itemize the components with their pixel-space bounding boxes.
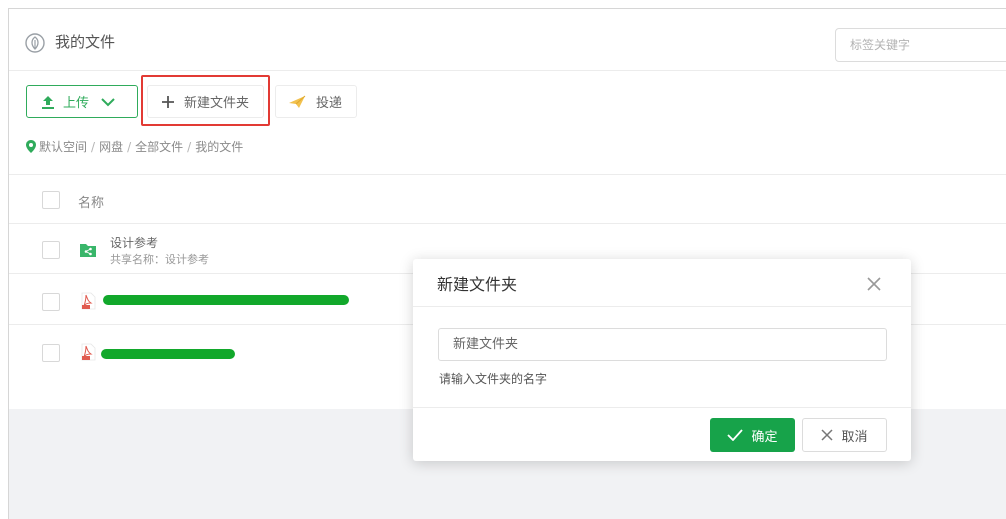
plus-icon [162, 95, 174, 108]
confirm-label: 确定 [751, 429, 778, 445]
redacted-filename [103, 295, 349, 305]
location-pin-icon [26, 140, 36, 153]
deliver-button[interactable]: 投递 [275, 85, 357, 118]
close-icon[interactable] [863, 273, 885, 295]
breadcrumb: 默认空间 / 网盘 / 全部文件 / 我的文件 [26, 138, 243, 155]
breadcrumb-item-all-files[interactable]: 全部文件 [135, 138, 183, 155]
breadcrumb-separator: / [127, 139, 132, 154]
page-header: 我的文件 [9, 9, 1006, 71]
check-icon [727, 429, 744, 441]
chevron-down-icon[interactable] [101, 97, 115, 107]
dialog-hint: 请输入文件夹的名字 [439, 372, 548, 386]
tag-search-input[interactable] [835, 28, 1006, 62]
pdf-file-icon [81, 292, 96, 310]
new-folder-label: 新建文件夹 [184, 96, 250, 111]
column-name-header[interactable]: 名称 [78, 192, 104, 211]
row-checkbox[interactable] [42, 241, 60, 259]
breadcrumb-item-my-files[interactable]: 我的文件 [195, 138, 243, 155]
x-icon [821, 429, 834, 441]
breadcrumb-separator: / [187, 139, 192, 154]
row-checkbox[interactable] [42, 344, 60, 362]
dialog-divider [413, 407, 911, 408]
upload-label: 上传 [63, 96, 90, 111]
shared-folder-icon [80, 244, 96, 257]
dialog-divider [413, 306, 911, 307]
paper-plane-icon [289, 95, 306, 108]
row-subtitle: 共享名称：设计参考 [110, 253, 209, 266]
new-folder-dialog: 新建文件夹 请输入文件夹的名字 确定 取消 [413, 259, 911, 461]
folder-name-input[interactable] [438, 328, 887, 361]
cancel-label: 取消 [841, 429, 868, 445]
page-title: 我的文件 [55, 33, 116, 51]
upload-button[interactable]: 上传 [26, 85, 138, 118]
breadcrumb-separator: / [91, 139, 96, 154]
upload-arrow-icon [42, 95, 54, 109]
shield-leaf-icon [25, 33, 45, 53]
deliver-label: 投递 [316, 96, 343, 111]
pdf-file-icon [81, 343, 96, 361]
new-folder-highlight: 新建文件夹 [141, 75, 270, 126]
cancel-button[interactable]: 取消 [802, 418, 887, 452]
confirm-button[interactable]: 确定 [710, 418, 795, 452]
select-all-checkbox[interactable] [42, 191, 60, 209]
table-header: 名称 [9, 174, 1006, 224]
new-folder-button[interactable]: 新建文件夹 [147, 85, 264, 118]
dialog-title: 新建文件夹 [437, 275, 518, 294]
row-checkbox[interactable] [42, 293, 60, 311]
breadcrumb-item-netdisk[interactable]: 网盘 [99, 138, 123, 155]
redacted-filename [101, 349, 235, 359]
row-name[interactable]: 设计参考 [110, 234, 158, 251]
breadcrumb-item-space[interactable]: 默认空间 [39, 138, 87, 155]
